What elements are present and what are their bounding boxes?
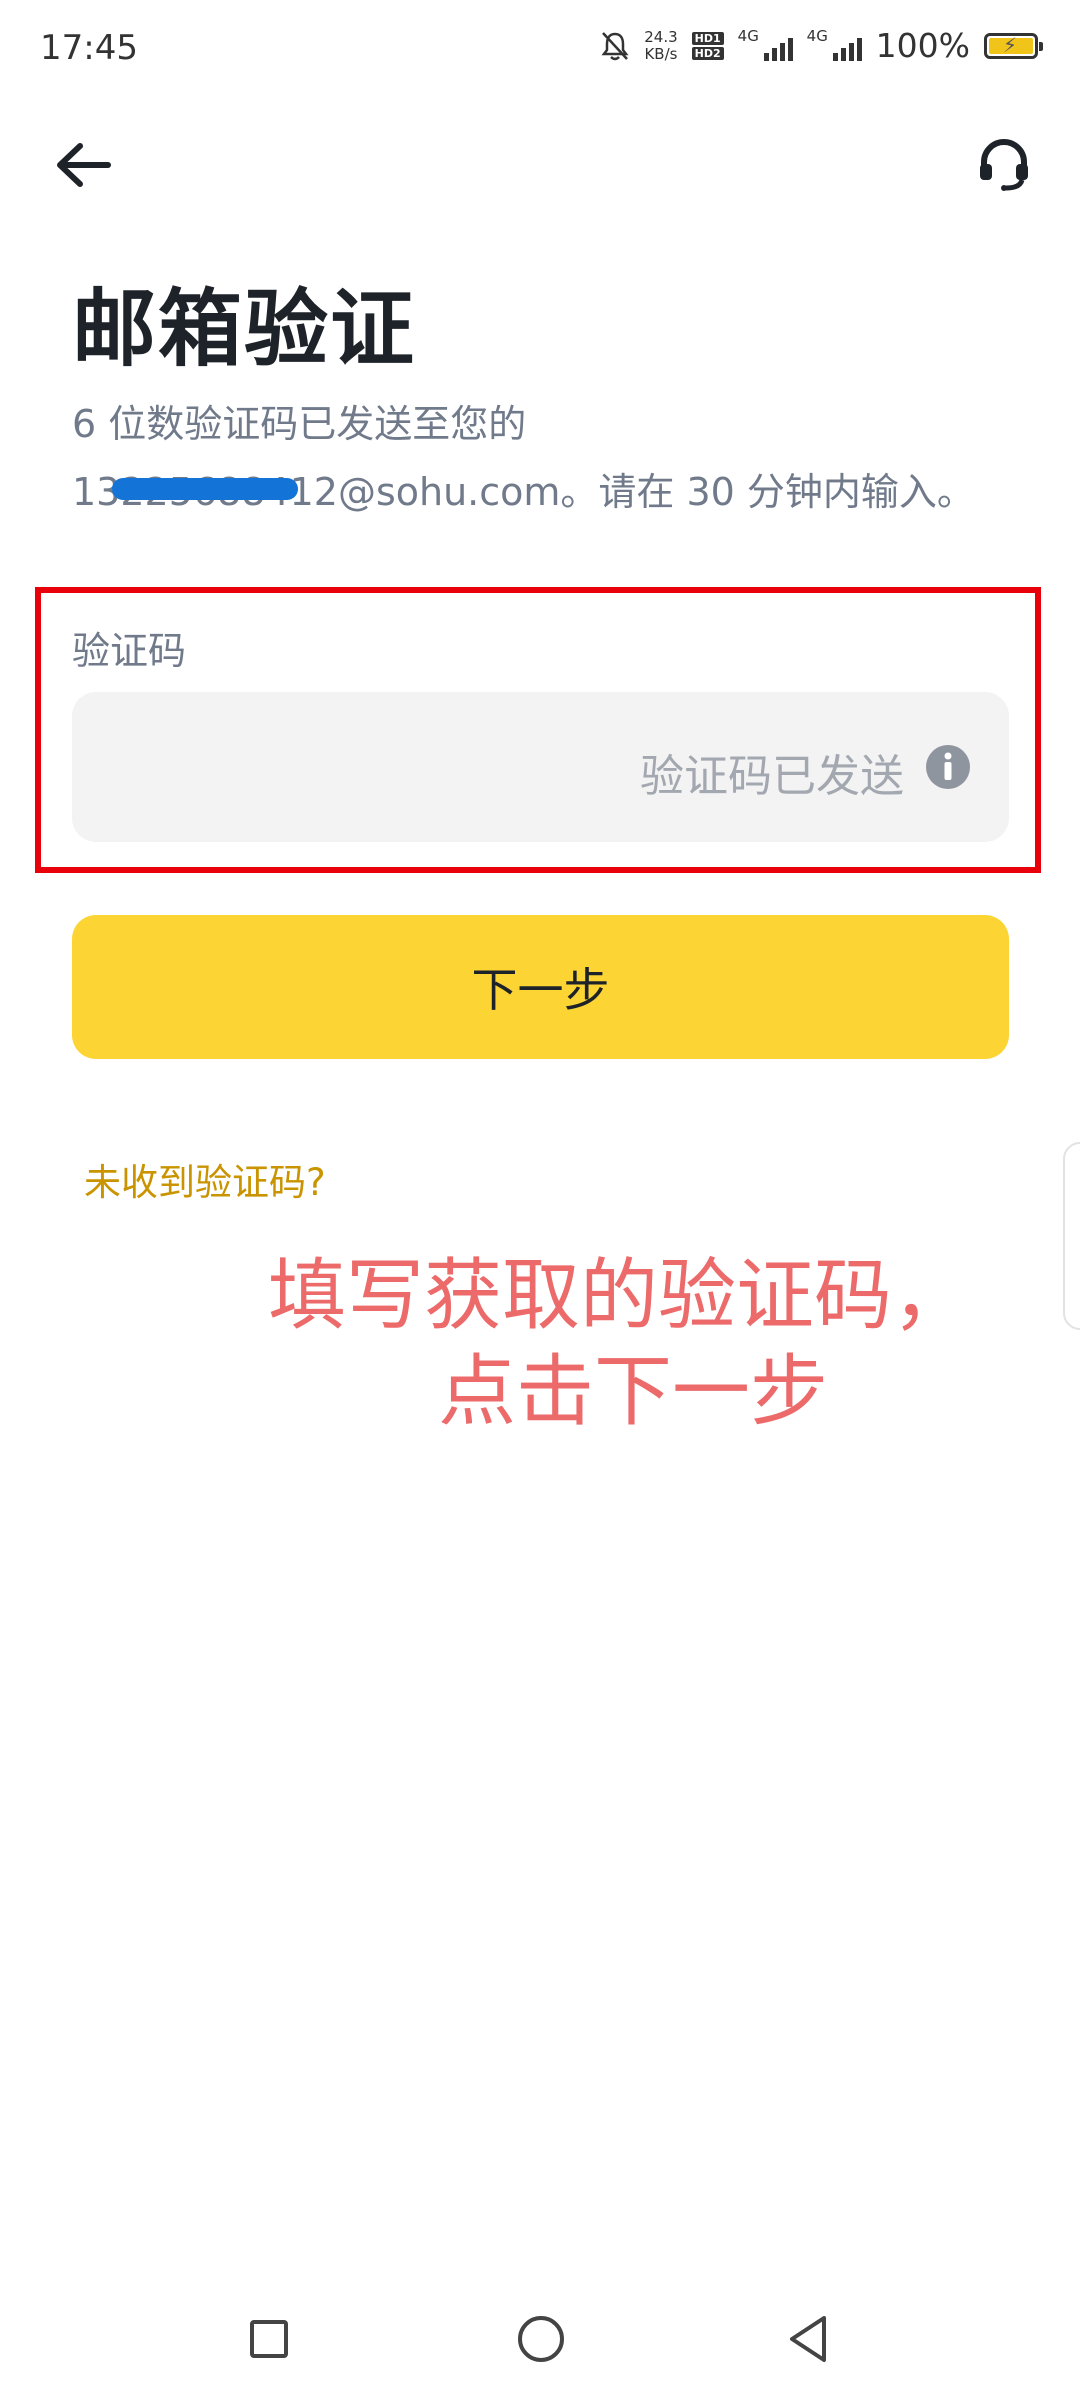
code-sent-status: 验证码已发送 (640, 751, 904, 802)
headset-icon[interactable] (976, 136, 1032, 192)
signal-sim1-icon: 4G (738, 27, 793, 61)
annotation-line-1: 填写获取的验证码， (268, 1251, 971, 1341)
info-icon[interactable] (925, 744, 971, 790)
battery-percentage: 100% (875, 26, 970, 65)
description-line-1: 6 位数验证码已发送至您的 (72, 402, 527, 446)
sim2-network-type: 4G (806, 26, 828, 45)
annotation-line-2: 点击下一步 (438, 1347, 829, 1437)
mute-bell-icon (601, 31, 629, 60)
battery-icon: ⚡ (984, 32, 1043, 59)
side-panel-handle[interactable] (1063, 1142, 1080, 1330)
home-button[interactable] (518, 2316, 564, 2362)
page-title: 邮箱验证 (72, 280, 417, 378)
code-field-label: 验证码 (72, 629, 187, 673)
network-speed: 24.3 KB/s (644, 27, 678, 63)
back-arrow-icon[interactable] (52, 140, 112, 190)
network-speed-unit: KB/s (644, 44, 678, 63)
hd-badge: HD1 HD2 (691, 31, 724, 60)
code-input-container[interactable]: 验证码已发送 (72, 692, 1009, 842)
hd1-label: HD1 (691, 31, 724, 45)
nav-back-button[interactable] (786, 2314, 830, 2364)
instruction-annotation: 填写获取的验证码， 点击下一步 (268, 1248, 1008, 1440)
recent-apps-button[interactable] (250, 2320, 288, 2358)
status-time: 17:45 (40, 28, 138, 68)
next-step-button[interactable]: 下一步 (72, 915, 1009, 1059)
redaction-mark (112, 478, 298, 500)
network-speed-value: 24.3 (644, 27, 678, 46)
sim1-network-type: 4G (737, 26, 759, 45)
verification-description: 6 位数验证码已发送至您的 13225688412@sohu.com。请在 30… (72, 390, 1032, 526)
resend-code-link[interactable]: 未收到验证码? (84, 1152, 326, 1206)
status-icons: 24.3 KB/s HD1 HD2 4G 4G 100% ⚡ (600, 26, 1043, 65)
signal-sim2-icon: 4G (807, 27, 862, 61)
hd2-label: HD2 (691, 46, 724, 60)
